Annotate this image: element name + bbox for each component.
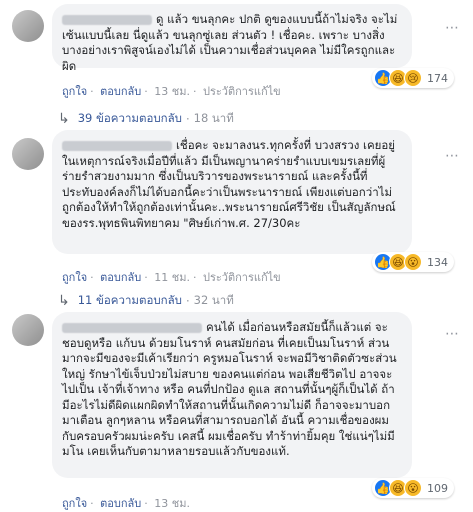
wow-icon: 😮 [404,479,422,497]
commenter-name-redacted[interactable] [62,322,202,333]
like-link[interactable]: ถูกใจ [62,497,87,510]
more-dots-icon[interactable]: ⋯ [445,326,459,342]
view-replies[interactable]: ↳ 39 ข้อความตอบกลับ · 18 นาที [58,110,234,128]
reaction-count: 174 [427,71,448,85]
sad-icon: 😢 [404,69,422,87]
like-link[interactable]: ถูกใจ [62,271,87,284]
reaction-count: 109 [427,481,448,495]
replies-time: 32 นาที [193,293,234,307]
comment-bubble: ดู แล้ว ขนลุกคะ ปกติ ดูของแบบนี้ถ้าไม่จร… [52,4,412,73]
comment-actions: ถูกใจ · ตอบกลับ · 13 ชม. · ประวัติการแก้ไข [62,85,281,98]
reaction-summary[interactable]: 👍 😆 😮 109 [372,478,454,498]
view-replies[interactable]: ↳ 11 ข้อความตอบกลับ · 32 นาที [58,292,234,310]
reaction-summary[interactable]: 👍 😆 😮 134 [372,252,454,272]
timestamp[interactable]: 11 ชม. [154,271,190,284]
avatar[interactable] [12,10,44,42]
replies-count[interactable]: 11 ข้อความตอบกลับ [78,292,182,310]
avatar[interactable] [12,314,44,346]
comment-actions: ถูกใจ · ตอบกลับ · 11 ชม. · ประวัติการแก้ไข [62,271,281,284]
like-link[interactable]: ถูกใจ [62,85,87,98]
comment-bubble: เชื่อคะ จะมาลงนร.ทุกครั้งที่ บวงสรวง เคย… [52,130,412,254]
replies-time: 18 นาที [193,111,234,125]
reaction-summary[interactable]: 👍 😆 😢 174 [372,68,454,88]
commenter-name-redacted[interactable] [62,14,152,25]
comment-text: เชื่อคะ จะมาลงนร.ทุกครั้งที่ บวงสรวง เคย… [62,138,396,230]
comment-actions: ถูกใจ · ตอบกลับ · 13 ชม. [62,497,190,510]
avatar[interactable] [12,138,44,170]
reply-arrow-icon: ↳ [58,293,70,309]
comment-bubble: คนได้ เมื่อก่อนหรือสมัยนี้ก็แล้วแต่ จะชอ… [52,312,412,478]
reply-link[interactable]: ตอบกลับ [100,85,141,98]
reaction-count: 134 [427,255,448,269]
more-dots-icon[interactable]: ⋯ [445,148,459,164]
replies-count[interactable]: 39 ข้อความตอบกลับ [78,110,182,128]
timestamp[interactable]: 13 ชม. [154,85,190,98]
comment-text: คนได้ เมื่อก่อนหรือสมัยนี้ก็แล้วแต่ จะชอ… [62,320,397,458]
reply-link[interactable]: ตอบกลับ [100,271,141,284]
reply-arrow-icon: ↳ [58,111,70,127]
reply-link[interactable]: ตอบกลับ [100,497,141,510]
more-dots-icon[interactable]: ⋯ [445,20,459,36]
edit-history-link[interactable]: ประวัติการแก้ไข [203,271,281,284]
edit-history-link[interactable]: ประวัติการแก้ไข [203,85,281,98]
timestamp[interactable]: 13 ชม. [154,497,190,510]
wow-icon: 😮 [404,253,422,271]
commenter-name-redacted[interactable] [62,140,172,151]
